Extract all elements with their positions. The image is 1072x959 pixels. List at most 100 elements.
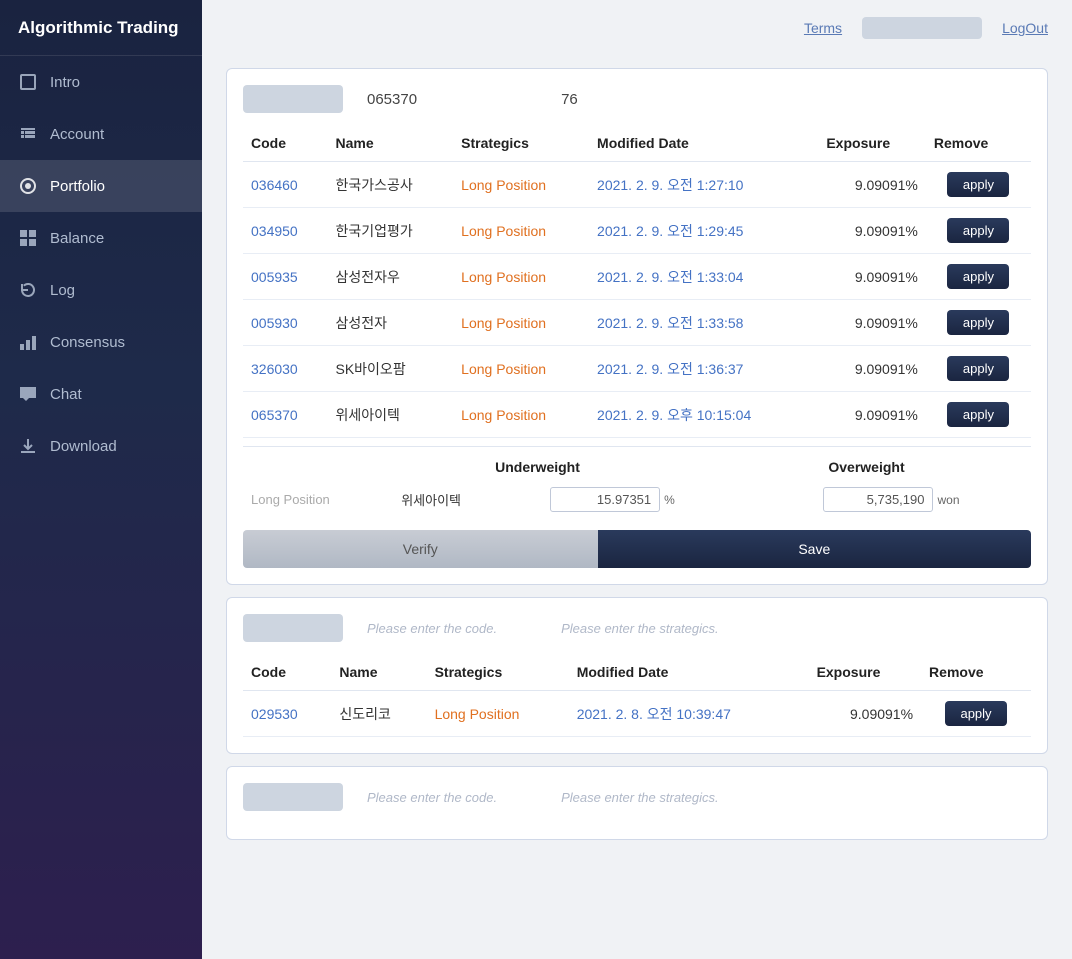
th-strategics-2: Strategics: [427, 654, 569, 691]
cell-code: 036460: [243, 162, 328, 208]
underweight-input-group: %: [473, 487, 752, 512]
download-icon: [18, 436, 38, 456]
underweight-header: Underweight: [373, 459, 702, 475]
verify-button[interactable]: Verify: [243, 530, 598, 568]
cell-exposure: 9.09091%: [818, 208, 926, 254]
cell-name: 신도리코: [331, 691, 426, 737]
cell-remove: apply: [926, 300, 1031, 346]
sidebar-label-log: Log: [50, 282, 75, 299]
apply-button[interactable]: apply: [947, 172, 1009, 197]
cell-strategics: Long Position: [453, 208, 589, 254]
cell-exposure: 9.09091%: [818, 346, 926, 392]
cell-name: 삼성전자우: [328, 254, 454, 300]
save-button[interactable]: Save: [598, 530, 1031, 568]
cell-date: 2021. 2. 8. 오전 10:39:47: [569, 691, 809, 737]
sidebar-label-portfolio: Portfolio: [50, 178, 105, 195]
cell-date: 2021. 2. 9. 오전 1:33:04: [589, 254, 818, 300]
sidebar: Algorithmic Trading Intro Account Portfo…: [0, 0, 202, 959]
table-row: 036460 한국가스공사 Long Position 2021. 2. 9. …: [243, 162, 1031, 208]
apply-button[interactable]: apply: [945, 701, 1007, 726]
sidebar-item-account[interactable]: Account: [0, 108, 202, 160]
position-inputs: Long Position 위세아이텍 % won: [243, 483, 1031, 516]
cell-remove: apply: [926, 208, 1031, 254]
th-exposure-1: Exposure: [818, 125, 926, 162]
card-header-3: Please enter the code. Please enter the …: [243, 783, 1031, 811]
th-name-2: Name: [331, 654, 426, 691]
card-header-1: 065370 76: [243, 85, 1031, 113]
main-content: Terms LogOut 065370 76 Code Name Strateg…: [202, 0, 1072, 959]
sidebar-item-intro[interactable]: Intro: [0, 56, 202, 108]
th-code-1: Code: [243, 125, 328, 162]
consensus-icon: [18, 332, 38, 352]
overweight-header: Overweight: [702, 459, 1031, 475]
cell-strategics: Long Position: [453, 346, 589, 392]
cell-strategics: Long Position: [453, 254, 589, 300]
cell-exposure: 9.09091%: [818, 162, 926, 208]
card-strategics-placeholder-3: Please enter the strategics.: [561, 790, 719, 805]
th-remove-1: Remove: [926, 125, 1031, 162]
table-row: 065370 위세아이텍 Long Position 2021. 2. 9. 오…: [243, 392, 1031, 438]
underweight-input[interactable]: [550, 487, 660, 512]
th-remove-2: Remove: [921, 654, 1031, 691]
table-row: 034950 한국기업평가 Long Position 2021. 2. 9. …: [243, 208, 1031, 254]
cell-date: 2021. 2. 9. 오전 1:33:58: [589, 300, 818, 346]
account-icon: [18, 124, 38, 144]
chat-icon: [18, 384, 38, 404]
position-label: Long Position: [243, 492, 373, 507]
cell-name: SK바이오팜: [328, 346, 454, 392]
th-exposure-2: Exposure: [809, 654, 921, 691]
sidebar-item-consensus[interactable]: Consensus: [0, 316, 202, 368]
sidebar-label-intro: Intro: [50, 74, 80, 91]
card-code-placeholder-3: Please enter the code.: [367, 790, 497, 805]
cell-code: 005935: [243, 254, 328, 300]
logout-link[interactable]: LogOut: [1002, 20, 1048, 36]
cell-remove: apply: [926, 346, 1031, 392]
user-placeholder: [862, 17, 982, 39]
portfolio-card-1: 065370 76 Code Name Strategics Modified …: [226, 68, 1048, 585]
card-code-1: 065370: [367, 91, 417, 108]
cell-strategics: Long Position: [453, 392, 589, 438]
card-account-placeholder: [243, 85, 343, 113]
app-title: Algorithmic Trading: [0, 0, 202, 56]
apply-button[interactable]: apply: [947, 218, 1009, 243]
card-number-1: 76: [561, 91, 578, 108]
overweight-unit: won: [937, 493, 959, 507]
square-icon: [18, 72, 38, 92]
overweight-input[interactable]: [823, 487, 933, 512]
log-icon: [18, 280, 38, 300]
balance-icon: [18, 228, 38, 248]
cell-strategics: Long Position: [453, 162, 589, 208]
table-row: 005935 삼성전자우 Long Position 2021. 2. 9. 오…: [243, 254, 1031, 300]
cell-remove: apply: [926, 392, 1031, 438]
th-name-1: Name: [328, 125, 454, 162]
sidebar-item-portfolio[interactable]: Portfolio: [0, 160, 202, 212]
card-account-placeholder-2: [243, 614, 343, 642]
apply-button[interactable]: apply: [947, 356, 1009, 381]
sidebar-item-download[interactable]: Download: [0, 420, 202, 472]
cell-date: 2021. 2. 9. 오전 1:36:37: [589, 346, 818, 392]
card-account-placeholder-3: [243, 783, 343, 811]
cell-exposure: 9.09091%: [809, 691, 921, 737]
sidebar-item-log[interactable]: Log: [0, 264, 202, 316]
position-stock-name: 위세아이텍: [373, 490, 473, 509]
th-date-1: Modified Date: [589, 125, 818, 162]
position-headers: Underweight Overweight: [243, 459, 1031, 475]
apply-button[interactable]: apply: [947, 264, 1009, 289]
cell-date: 2021. 2. 9. 오후 10:15:04: [589, 392, 818, 438]
apply-button[interactable]: apply: [947, 310, 1009, 335]
portfolio-icon: [18, 176, 38, 196]
table-row: 029530 신도리코 Long Position 2021. 2. 8. 오전…: [243, 691, 1031, 737]
sidebar-item-balance[interactable]: Balance: [0, 212, 202, 264]
cell-name: 한국가스공사: [328, 162, 454, 208]
sidebar-label-download: Download: [50, 438, 117, 455]
cell-name: 위세아이텍: [328, 392, 454, 438]
cell-remove: apply: [921, 691, 1031, 737]
terms-link[interactable]: Terms: [804, 20, 842, 36]
apply-button[interactable]: apply: [947, 402, 1009, 427]
cell-remove: apply: [926, 162, 1031, 208]
position-section: Underweight Overweight Long Position 위세아…: [243, 446, 1031, 516]
portfolio-table-1: Code Name Strategics Modified Date Expos…: [243, 125, 1031, 438]
verify-save-bar: Verify Save: [243, 530, 1031, 568]
th-date-2: Modified Date: [569, 654, 809, 691]
sidebar-item-chat[interactable]: Chat: [0, 368, 202, 420]
